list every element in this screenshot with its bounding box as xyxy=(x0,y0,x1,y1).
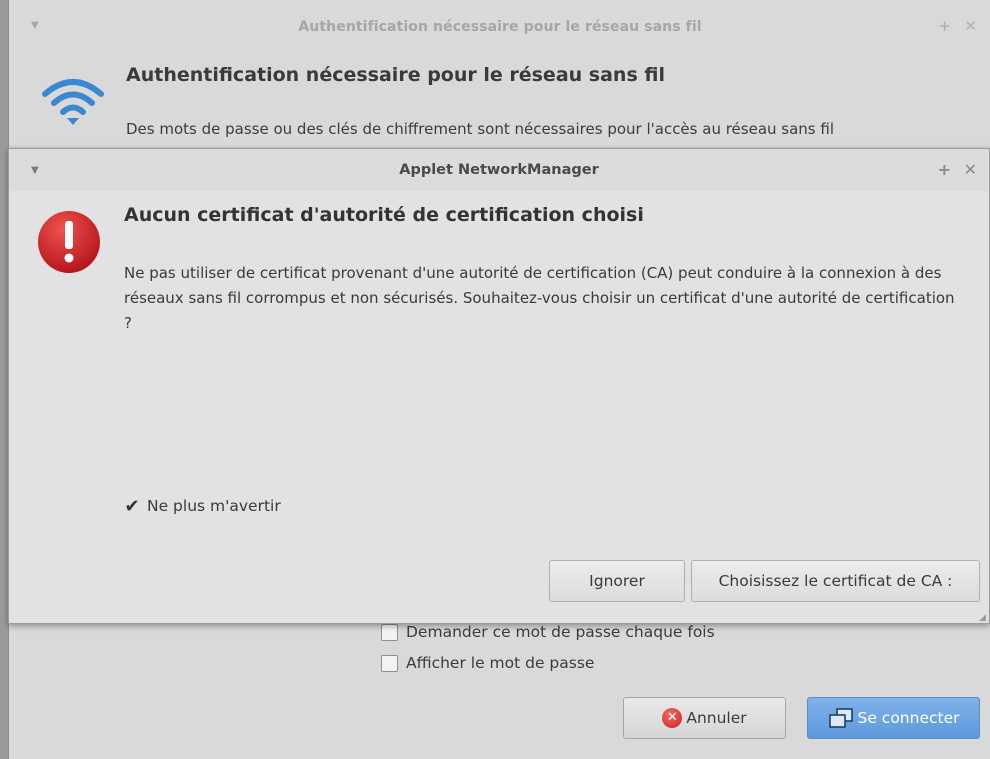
wifi-icon xyxy=(42,79,104,125)
warning-icon xyxy=(38,211,100,273)
ignore-button-label: Ignorer xyxy=(589,572,645,590)
wifi-auth-window-title: Authentification nécessaire pour le rése… xyxy=(298,19,702,35)
dialog-body-text: Ne pas utiliser de certificat provenant … xyxy=(124,264,955,332)
ask-password-checkbox[interactable]: Demander ce mot de passe chaque fois xyxy=(381,621,715,643)
connect-button-label: Se connecter xyxy=(857,709,960,727)
choose-ca-button-label: Choisissez le certificat de CA : xyxy=(718,572,953,590)
maximize-icon[interactable]: + xyxy=(938,17,951,35)
checkmark-icon[interactable]: ✔ xyxy=(124,496,140,517)
wifi-auth-heading: Authentification nécessaire pour le rése… xyxy=(126,64,665,86)
resize-grip-icon[interactable]: ◢ xyxy=(979,613,987,623)
connect-button[interactable]: Se connecter xyxy=(807,697,980,739)
no-ca-certificate-dialog: ▼ Applet NetworkManager + ✕ Aucun certif… xyxy=(8,148,990,624)
cancel-icon: ✕ xyxy=(662,708,683,728)
dont-warn-label: Ne plus m'avertir xyxy=(147,497,281,515)
connect-icon xyxy=(828,708,853,728)
checkbox-box[interactable] xyxy=(381,623,398,641)
dont-warn-checkbox[interactable]: ✔ Ne plus m'avertir xyxy=(124,495,281,517)
cancel-button-label: Annuler xyxy=(686,709,747,727)
wifi-auth-description: Des mots de passe ou des clés de chiffre… xyxy=(126,120,835,138)
dialog-heading: Aucun certificat d'autorité de certifica… xyxy=(124,204,644,226)
dialog-titlebar[interactable]: ▼ Applet NetworkManager + ✕ xyxy=(9,149,989,191)
close-icon[interactable]: ✕ xyxy=(964,17,977,35)
cancel-button[interactable]: ✕ Annuler xyxy=(623,697,786,739)
choose-ca-certificate-button[interactable]: Choisissez le certificat de CA : xyxy=(691,560,980,602)
window-menu-icon[interactable]: ▼ xyxy=(31,20,39,31)
ignore-button[interactable]: Ignorer xyxy=(549,560,685,602)
checkbox-box[interactable] xyxy=(381,654,398,672)
wifi-auth-titlebar[interactable]: ▼ Authentification nécessaire pour le ré… xyxy=(9,0,990,54)
maximize-icon[interactable]: + xyxy=(938,160,951,179)
dialog-title: Applet NetworkManager xyxy=(399,162,599,178)
close-icon[interactable]: ✕ xyxy=(964,160,977,179)
window-menu-icon[interactable]: ▼ xyxy=(31,165,39,176)
show-password-label: Afficher le mot de passe xyxy=(406,654,595,672)
show-password-checkbox[interactable]: Afficher le mot de passe xyxy=(381,652,594,674)
ask-password-label: Demander ce mot de passe chaque fois xyxy=(406,623,715,641)
